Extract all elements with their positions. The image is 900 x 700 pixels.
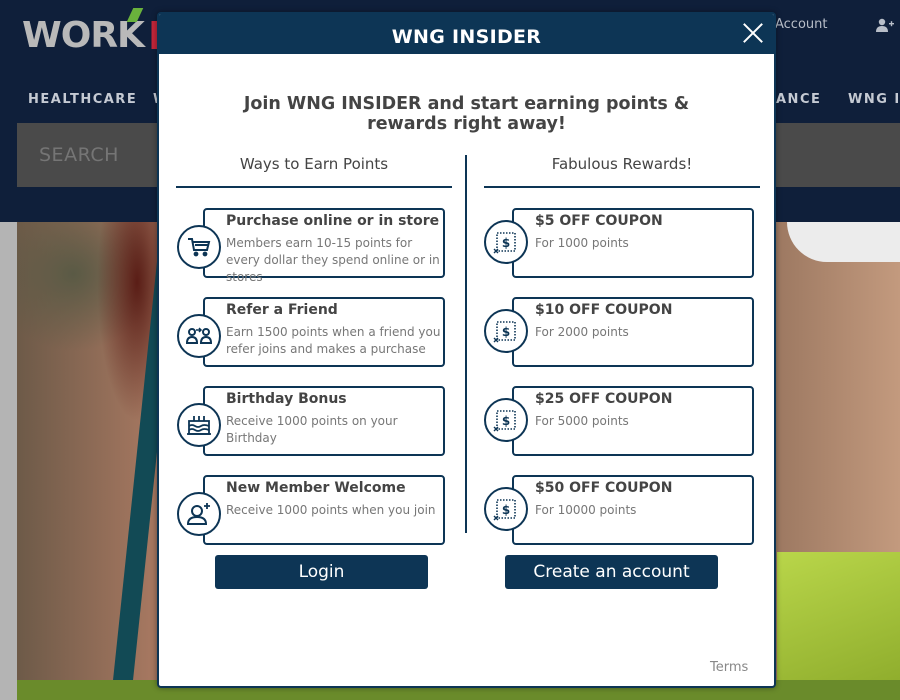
reward-card-desc: For 2000 points — [535, 325, 629, 339]
svg-text:$: $ — [502, 325, 510, 339]
shopping-cart-icon — [177, 225, 221, 269]
reward-card-10: $10 OFF COUPON For 2000 points — [512, 297, 754, 367]
earn-card-refer: Refer a Friend Earn 1500 points when a f… — [203, 297, 445, 367]
account-link[interactable]: Account — [775, 17, 828, 32]
coupon-icon: $ — [484, 487, 528, 531]
refer-friend-icon — [177, 314, 221, 358]
earn-card-desc: Receive 1000 points when you join — [226, 503, 436, 517]
column-divider — [465, 155, 467, 533]
earn-card-birthday: Birthday Bonus Receive 1000 points on yo… — [203, 386, 445, 456]
close-icon[interactable] — [742, 22, 764, 44]
earn-card-desc: Members earn 10-15 points for every doll… — [226, 236, 440, 284]
hero-vest — [777, 552, 900, 680]
earn-card-title: Refer a Friend — [226, 302, 338, 318]
coupon-icon: $ — [484, 309, 528, 353]
earn-card-title: Purchase online or in store — [226, 213, 440, 229]
earn-points-heading: Ways to Earn Points — [239, 155, 389, 173]
login-button[interactable]: Login — [215, 555, 428, 589]
modal-header: WNG INSIDER — [159, 14, 774, 54]
user-plus-icon[interactable] — [876, 18, 894, 32]
nav-item-ance[interactable]: ANCE — [776, 92, 821, 107]
hero-helmet — [787, 222, 900, 262]
reward-card-desc: For 5000 points — [535, 414, 629, 428]
reward-card-25: $25 OFF COUPON For 5000 points — [512, 386, 754, 456]
reward-card-title: $5 OFF COUPON — [535, 213, 663, 229]
reward-card-desc: For 10000 points — [535, 503, 637, 517]
nav-item-wng-insider[interactable]: WNG IN — [848, 92, 900, 107]
nav-item-healthcare[interactable]: HEALTHCARE — [28, 92, 137, 107]
rewards-heading: Fabulous Rewards! — [551, 155, 693, 173]
logo-work-text: WORK — [22, 15, 145, 56]
add-user-icon — [177, 492, 221, 536]
reward-card-title: $50 OFF COUPON — [535, 480, 673, 496]
earn-card-new-member: New Member Welcome Receive 1000 points w… — [203, 475, 445, 545]
reward-card-5: $5 OFF COUPON For 1000 points — [512, 208, 754, 278]
earn-card-title: Birthday Bonus — [226, 391, 347, 407]
coupon-icon: $ — [484, 220, 528, 264]
svg-text:$: $ — [502, 503, 510, 517]
earn-card-title: New Member Welcome — [226, 480, 406, 496]
create-account-button[interactable]: Create an account — [505, 555, 718, 589]
earn-card-purchase: Purchase online or in store Members earn… — [203, 208, 445, 284]
reward-card-desc: For 1000 points — [535, 236, 629, 250]
modal-title: WNG INSIDER — [391, 26, 542, 48]
svg-text:$: $ — [502, 414, 510, 428]
earn-card-desc: Receive 1000 points on your Birthday — [226, 414, 398, 445]
reward-card-50: $50 OFF COUPON For 10000 points — [512, 475, 754, 545]
earn-heading-rule — [176, 186, 452, 188]
headline-line-2: rewards right away! — [367, 114, 566, 134]
coupon-icon: $ — [484, 398, 528, 442]
headline-line-1: Join WNG INSIDER and start earning point… — [243, 94, 690, 114]
reward-card-title: $25 OFF COUPON — [535, 391, 673, 407]
rewards-heading-rule — [484, 186, 760, 188]
birthday-cake-icon — [177, 403, 221, 447]
wng-insider-modal: WNG INSIDER Join WNG INSIDER and start e… — [157, 12, 776, 688]
terms-link[interactable]: Terms — [710, 660, 748, 675]
svg-text:$: $ — [502, 236, 510, 250]
modal-headline: Join WNG INSIDER and start earning point… — [159, 94, 774, 134]
reward-card-title: $10 OFF COUPON — [535, 302, 673, 318]
earn-card-desc: Earn 1500 points when a friend you refer… — [226, 325, 441, 356]
page-left-margin — [0, 222, 17, 700]
